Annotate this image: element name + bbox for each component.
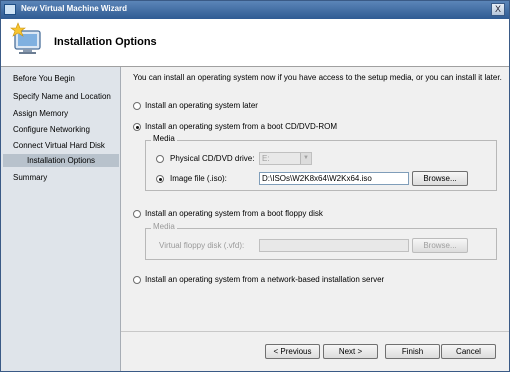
floppy-disk-label: Virtual floppy disk (.vfd): [159, 241, 245, 250]
finish-button[interactable]: Finish [385, 344, 440, 359]
browse-iso-button[interactable]: Browse... [412, 171, 468, 186]
physical-drive-radio[interactable] [156, 155, 164, 163]
wizard-window-icon [4, 4, 16, 15]
wizard-steps-nav: Before You Begin Specify Name and Locati… [1, 67, 121, 371]
image-file-radio[interactable] [156, 175, 164, 183]
nav-item-configure-networking[interactable]: Configure Networking [13, 125, 90, 134]
install-floppy-label[interactable]: Install an operating system from a boot … [145, 209, 323, 218]
install-network-radio[interactable] [133, 276, 141, 284]
title-bar[interactable]: New Virtual Machine Wizard X [1, 1, 509, 19]
cd-media-legend: Media [151, 134, 177, 143]
nav-item-connect-hard-disk[interactable]: Connect Virtual Hard Disk [13, 141, 105, 150]
wizard-window: New Virtual Machine Wizard X Installatio… [0, 0, 510, 372]
window-title: New Virtual Machine Wizard [21, 4, 128, 13]
install-later-label[interactable]: Install an operating system later [145, 101, 258, 110]
footer-separator [121, 331, 509, 332]
chevron-down-icon: ▼ [300, 153, 311, 164]
browse-floppy-button[interactable]: Browse... [412, 238, 468, 253]
floppy-disk-input[interactable] [259, 239, 409, 252]
physical-drive-label[interactable]: Physical CD/DVD drive: [170, 154, 254, 163]
previous-button[interactable]: < Previous [265, 344, 320, 359]
next-button[interactable]: Next > [323, 344, 378, 359]
nav-item-installation-options[interactable]: Installation Options [27, 156, 95, 165]
nav-item-before-you-begin[interactable]: Before You Begin [13, 74, 75, 83]
cancel-button[interactable]: Cancel [441, 344, 496, 359]
install-network-label[interactable]: Install an operating system from a netwo… [145, 275, 384, 284]
install-cd-radio[interactable] [133, 123, 141, 131]
physical-drive-select[interactable]: E: ▼ [259, 152, 312, 165]
main-content: You can install an operating system now … [121, 67, 509, 371]
image-file-label[interactable]: Image file (.iso): [170, 174, 227, 183]
nav-item-summary[interactable]: Summary [13, 173, 47, 182]
install-cd-label[interactable]: Install an operating system from a boot … [145, 122, 337, 131]
monitor-star-icon [10, 22, 41, 54]
physical-drive-value: E: [262, 154, 270, 163]
nav-item-assign-memory[interactable]: Assign Memory [13, 109, 68, 118]
install-later-radio[interactable] [133, 102, 141, 110]
floppy-media-legend: Media [151, 222, 177, 231]
intro-text: You can install an operating system now … [133, 73, 502, 82]
image-file-input[interactable]: D:\ISOs\W2K8x64\W2Kx64.iso [259, 172, 409, 185]
close-button[interactable]: X [491, 3, 505, 16]
install-floppy-radio[interactable] [133, 210, 141, 218]
nav-item-specify-name[interactable]: Specify Name and Location [13, 92, 111, 101]
page-title: Installation Options [54, 36, 157, 48]
wizard-header: Installation Options [1, 19, 509, 67]
